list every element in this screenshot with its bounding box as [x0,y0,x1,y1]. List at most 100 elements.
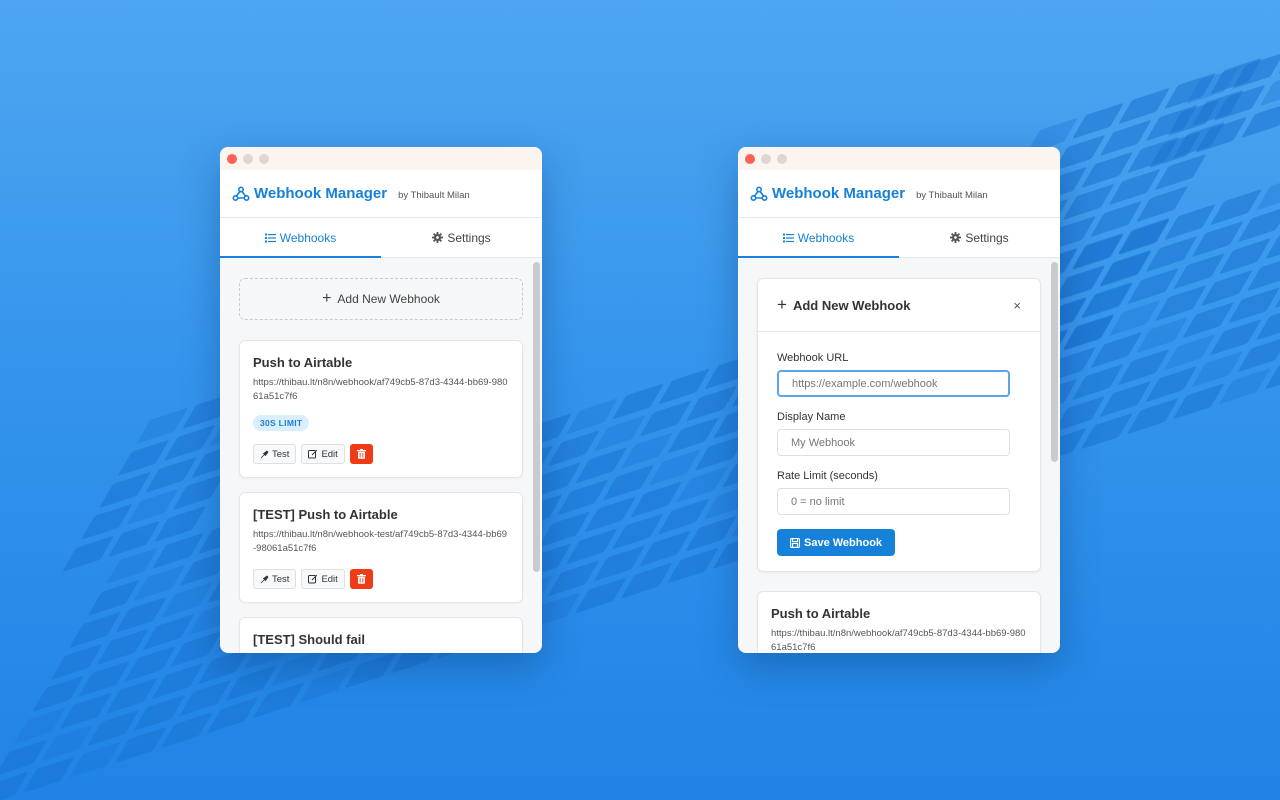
test-button[interactable]: Test [253,444,297,464]
tab-webhooks-label: Webhooks [797,230,855,245]
display-name-label: Display Name [777,411,846,423]
webhook-form-panel: + Add New Webhook × Webhook URL Display … [738,258,1060,653]
save-webhook-label: Save Webhook [804,536,883,549]
background-tile [1210,188,1262,226]
webhook-actions: Test Edit [253,569,509,589]
background-tile [1090,200,1143,238]
background-tile [1081,282,1134,320]
background-tile [584,496,637,533]
background-tile [1117,217,1170,255]
minimize-window-button[interactable] [243,153,253,164]
background-tile [151,662,204,700]
delete-button[interactable] [349,444,373,464]
scrollbar[interactable] [533,262,540,572]
tab-webhooks[interactable]: Webhooks [738,218,899,258]
background-tile [1241,101,1280,139]
tab-settings[interactable]: Settings [381,218,542,257]
save-webhook-button[interactable]: Save Webhook [777,529,896,556]
background-tile [1219,237,1272,275]
tab-settings-label: Settings [965,230,1009,245]
background-tile [59,692,112,730]
background-tile [1274,272,1280,309]
close-icon[interactable]: × [1013,298,1021,313]
background-tile [0,739,48,776]
background-tile [1053,265,1106,303]
background-tile [547,430,600,467]
trash-icon [356,449,366,459]
maximize-window-button[interactable] [777,153,787,164]
close-window-button[interactable] [227,153,237,164]
background-tile [1099,119,1152,157]
list-icon [782,233,794,242]
background-tile [1237,205,1280,243]
background-tile [1232,52,1280,90]
background-tile [13,707,66,744]
background-tile [658,368,710,405]
background-tile [69,611,122,648]
app-header: Webhook Manager by Thibault Milan [220,170,542,218]
window-titlebar [220,147,542,170]
window-titlebar [738,147,1060,170]
background-tile [1099,250,1152,288]
webhook-list-panel: + Add New Webhook Push to Airtable https… [220,258,542,653]
edit-button[interactable]: Edit [301,569,345,589]
webhook-url: https://thibau.lt/n8n/webhook/af749cb5-8… [771,628,1026,653]
webhook-url-label: Webhook URL [777,352,849,364]
background-tile [1108,299,1161,337]
app-byline: by Thibault Milan [398,189,470,201]
background-tile [133,564,186,602]
background-tile [117,439,170,476]
add-new-webhook-button[interactable]: + Add New Webhook [239,278,523,320]
background-tile [1200,269,1253,307]
background-tile [666,547,719,584]
webhook-card: [TEST] Push to Airtable https://thibau.l… [239,492,523,603]
background-tile [50,643,103,680]
background-tile [136,407,188,444]
background-tile [1145,365,1198,403]
delete-button[interactable] [349,569,373,589]
background-tile [1167,99,1220,136]
background-tile [1053,395,1106,433]
tab-webhooks[interactable]: Webhooks [220,218,381,258]
tab-webhooks-label: Webhooks [279,230,337,245]
background-tile [611,513,664,550]
background-tile [1259,69,1280,107]
background-tile [574,577,627,614]
background-tile [1062,183,1115,221]
webhook-url-input[interactable] [777,370,1010,397]
close-window-button[interactable] [745,153,755,164]
background-tile [1108,168,1161,206]
maximize-window-button[interactable] [259,153,269,164]
background-tile [1136,185,1189,223]
background-tile [1118,87,1170,125]
background-tile [1173,252,1226,290]
background-tile [1071,232,1124,270]
background-tile [1136,316,1189,354]
edit-button[interactable]: Edit [301,444,345,464]
popup-window-list: Webhook Manager by Thibault Milan Webhoo… [220,147,542,653]
background-tile [22,756,75,794]
test-button[interactable]: Test [253,569,297,589]
rate-limit-input[interactable] [777,488,1010,515]
background-tile [78,660,131,698]
webhook-url: https://thibau.lt/n8n/webhook-test/af749… [253,529,508,554]
background-tile [1099,380,1152,418]
background-tile [62,535,115,572]
background-tile [1195,116,1248,154]
bolt-icon [260,574,269,583]
background-tile [1264,353,1280,390]
edit-label: Edit [321,573,338,585]
tab-settings[interactable]: Settings [899,218,1060,257]
minimize-window-button[interactable] [761,153,771,164]
display-name-input[interactable] [777,429,1010,456]
scrollbar[interactable] [1051,262,1058,462]
background-tile [1213,84,1266,122]
background-tile [133,694,186,732]
background-tile [1163,333,1216,371]
rate-limit-label: Rate Limit (seconds) [777,470,878,482]
background-tile [161,581,214,619]
background-tile [1154,284,1207,322]
background-tile [1191,351,1244,388]
background-tile [154,505,207,543]
background-tile [676,466,729,503]
